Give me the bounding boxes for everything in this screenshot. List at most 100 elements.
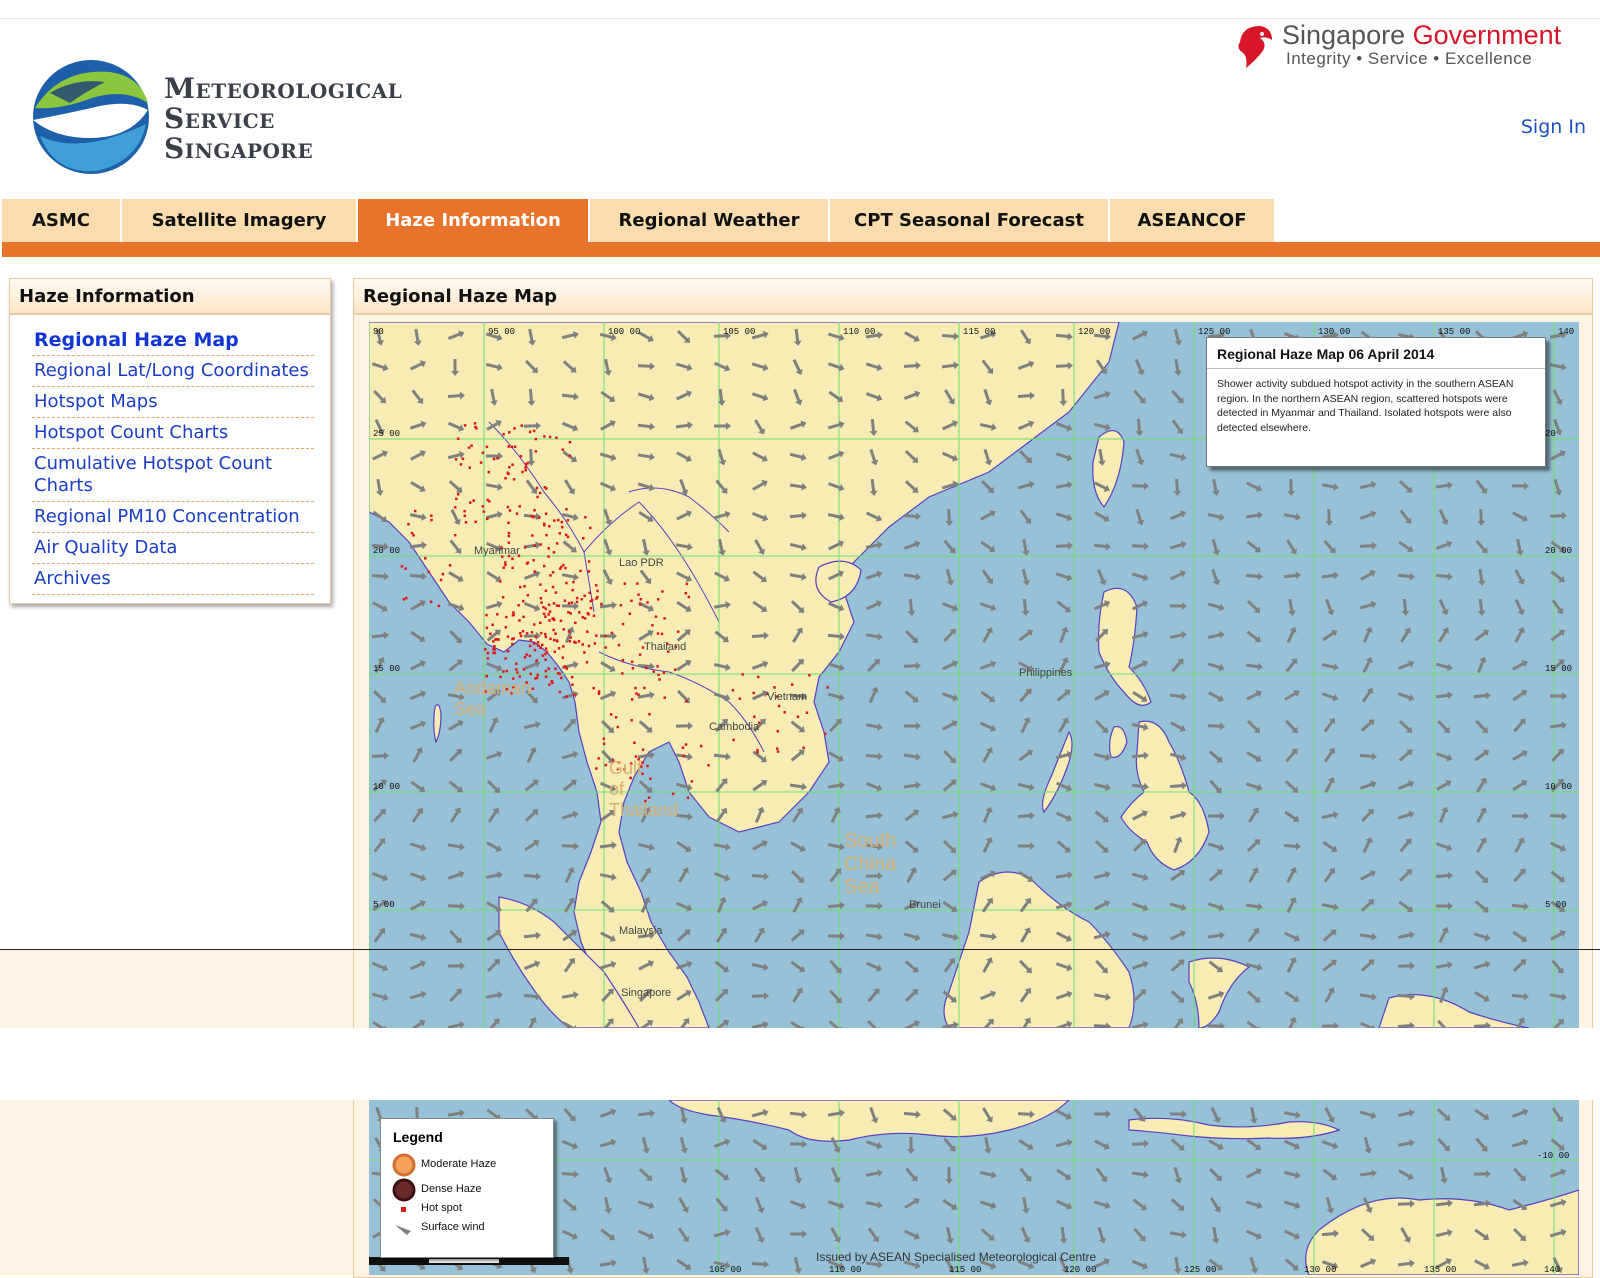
- longitude-label: 125 00: [1198, 327, 1230, 337]
- hotspot-dot: [506, 635, 510, 638]
- latitude-label-right: -10 00: [1537, 1151, 1569, 1161]
- brand-line-2: Service: [164, 102, 275, 135]
- hotspot-dot: [630, 718, 633, 722]
- hotspot-dot: [489, 632, 492, 636]
- hotspot-dot: [617, 643, 621, 647]
- hotspot-dot: [621, 622, 625, 626]
- hotspot-dot: [481, 451, 485, 455]
- hotspot-dot: [407, 522, 410, 526]
- hotspot-dot: [506, 471, 510, 475]
- hotspot-dot: [569, 612, 572, 615]
- hotspot-dot: [559, 619, 563, 623]
- hotspot-dot: [597, 692, 601, 695]
- hotspot-dot: [511, 566, 514, 570]
- sidebar-item-regional-haze-map[interactable]: Regional Haze Map: [32, 325, 314, 356]
- longitude-label: 115 00: [963, 327, 995, 337]
- hotspot-dot: [548, 683, 551, 686]
- hotspot-dot: [496, 457, 499, 460]
- hotspot-dot: [731, 689, 735, 692]
- hotspot-dot: [548, 525, 551, 528]
- sign-in-link[interactable]: Sign In: [1521, 116, 1586, 138]
- sidebar-item-air-quality-data[interactable]: Air Quality Data: [32, 533, 314, 564]
- hotspot-dot: [596, 595, 599, 599]
- hotspot-dot: [482, 510, 486, 513]
- hotspot-dot: [587, 560, 591, 563]
- hotspot-dot: [565, 581, 568, 585]
- tab-asmc[interactable]: ASMC: [2, 199, 122, 242]
- hotspot-dot: [510, 445, 513, 449]
- hotspot-dot: [686, 796, 690, 800]
- hotspot-dot: [544, 615, 547, 618]
- sidebar-item-cumulative-hotspot-count-charts[interactable]: Cumulative Hotspot Count Charts: [32, 449, 314, 502]
- hotspot-dot: [579, 569, 582, 573]
- hotspot-dot: [439, 578, 443, 582]
- capture-gap: [0, 1028, 1600, 1100]
- hotspot-dot: [539, 646, 542, 650]
- hotspot-dot: [506, 505, 510, 509]
- latitude-label: 15 00: [373, 664, 400, 674]
- hotspot-dot: [485, 613, 488, 617]
- hotspot-dot: [512, 637, 515, 640]
- hotspot-dot: [699, 744, 703, 748]
- hotspot-dot: [551, 571, 555, 574]
- hotspot-dot: [539, 543, 542, 546]
- sidebar-item-regional-lat-long-coordinates[interactable]: Regional Lat/Long Coordinates: [32, 356, 314, 387]
- hotspot-dot: [504, 657, 507, 660]
- hotspot-dot: [543, 632, 547, 636]
- tab-satellite-imagery[interactable]: Satellite Imagery: [122, 199, 358, 242]
- hotspot-dot: [775, 747, 779, 750]
- hotspot-dot: [582, 536, 585, 540]
- hotspot-dot: [567, 611, 570, 614]
- hotspot-dot: [544, 607, 547, 610]
- hotspot-dot: [777, 704, 781, 708]
- hotspot-dot: [532, 642, 536, 645]
- hotspot-dot: [586, 630, 589, 633]
- hotspot-dot: [555, 542, 559, 545]
- hotspot-dot: [472, 499, 475, 502]
- hotspot-dot: [756, 751, 759, 754]
- place-label: Philippines: [1019, 667, 1073, 679]
- longitude-label: 110 00: [843, 327, 875, 337]
- hotspot-dot: [404, 567, 407, 570]
- sidebar-item-regional-pm10-concentration[interactable]: Regional PM10 Concentration: [32, 502, 314, 533]
- hotspot-dot: [526, 561, 530, 564]
- sidebar-item-archives[interactable]: Archives: [32, 564, 314, 595]
- tab-aseancof[interactable]: ASEANCOF: [1110, 199, 1276, 242]
- hotspot-dot: [589, 599, 593, 603]
- hotspot-dot: [741, 673, 744, 676]
- place-label: China: [844, 853, 897, 875]
- sidebar-item-hotspot-count-charts[interactable]: Hotspot Count Charts: [32, 418, 314, 449]
- hotspot-dot: [604, 646, 607, 649]
- hotspot-dot: [520, 424, 524, 427]
- tab-regional-weather[interactable]: Regional Weather: [590, 199, 830, 242]
- hotspot-dot: [573, 693, 576, 697]
- hotspot-dot: [537, 644, 540, 647]
- hotspot-dot: [453, 506, 457, 509]
- hotspot-dot: [658, 678, 661, 681]
- hotspot-dot: [555, 604, 559, 607]
- hotspot-dot: [564, 566, 567, 570]
- hotspot-dot: [526, 462, 529, 465]
- hotspot-dot: [413, 509, 417, 513]
- hotspot-dot: [560, 520, 564, 524]
- hotspot-dot: [405, 596, 408, 600]
- hotspot-dot: [538, 491, 542, 495]
- legend-dense-haze: Dense Haze: [421, 1183, 482, 1195]
- hotspot-dot: [430, 514, 433, 517]
- hotspot-dot: [623, 582, 627, 585]
- tab-haze-information[interactable]: Haze Information: [358, 199, 590, 242]
- hotspot-dot: [796, 715, 800, 718]
- hotspot-dot: [560, 525, 564, 529]
- legend-surface-wind: Surface wind: [421, 1221, 485, 1233]
- hotspot-dot: [552, 628, 555, 632]
- hotspot-dot: [586, 612, 590, 615]
- hotspot-dot: [773, 686, 776, 689]
- hotspot-dot: [592, 686, 595, 690]
- hotspot-dot: [676, 630, 680, 633]
- hotspot-dot: [511, 642, 514, 646]
- longitude-label: 140: [1544, 1265, 1560, 1275]
- hotspot-dot: [522, 615, 525, 619]
- hotspot-dot: [532, 558, 535, 562]
- sidebar-item-hotspot-maps[interactable]: Hotspot Maps: [32, 387, 314, 418]
- tab-cpt-seasonal-forecast[interactable]: CPT Seasonal Forecast: [830, 199, 1110, 242]
